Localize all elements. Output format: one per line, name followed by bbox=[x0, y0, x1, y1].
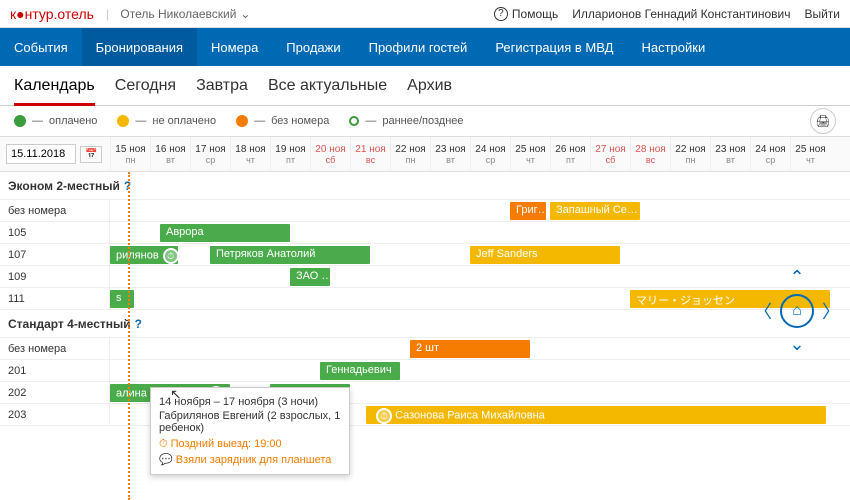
nav-mvd[interactable]: Регистрация в МВД bbox=[481, 28, 627, 66]
day-header: 20 ноясб bbox=[310, 137, 350, 171]
nav-float: ⌃ 〈 ⌂ 〉 ⌄ bbox=[754, 267, 840, 355]
chevron-down-icon[interactable]: ⌄ bbox=[789, 334, 804, 355]
logo: к●нтур.отель bbox=[10, 6, 94, 22]
room-label: без номера bbox=[0, 338, 110, 359]
day-header: 28 ноявс bbox=[630, 137, 670, 171]
home-button[interactable]: ⌂ bbox=[780, 294, 814, 328]
day-header: 25 ноячт bbox=[510, 137, 550, 171]
room-label: 203 bbox=[0, 404, 110, 425]
sub-nav: Календарь Сегодня Завтра Все актуальные … bbox=[0, 66, 850, 106]
logout-link[interactable]: Выйти bbox=[804, 7, 840, 21]
info-icon[interactable]: ? bbox=[135, 317, 142, 331]
help-link[interactable]: ?Помощь bbox=[494, 7, 558, 21]
room-label: 111 bbox=[0, 288, 110, 309]
main-nav: События Бронирования Номера Продажи Проф… bbox=[0, 28, 850, 66]
tooltip-note: 💬 Взяли зарядник для планшета bbox=[159, 453, 341, 466]
subnav-actual[interactable]: Все актуальные bbox=[268, 77, 387, 95]
booking-bar[interactable]: Запашный Се… bbox=[550, 202, 640, 220]
day-header: 18 ноячт bbox=[230, 137, 270, 171]
subnav-tomorrow[interactable]: Завтра bbox=[196, 77, 248, 95]
day-header: 26 нояпт bbox=[550, 137, 590, 171]
tooltip-late: ⏱ Поздний выезд: 19:00 bbox=[159, 438, 341, 451]
chevron-left-icon[interactable]: 〈 bbox=[754, 298, 772, 324]
room-label: 202 bbox=[0, 382, 110, 403]
day-header: 22 нояпн bbox=[390, 137, 430, 171]
booking-bar[interactable]: Jeff Sanders bbox=[470, 246, 620, 264]
tooltip-guest: Габрилянов Евгений (2 взрослых, 1 ребено… bbox=[159, 410, 341, 434]
booking-bar[interactable]: ЗАО … bbox=[290, 268, 330, 286]
nav-guests[interactable]: Профили гостей bbox=[355, 28, 482, 66]
print-icon: 🖨 bbox=[815, 114, 830, 128]
date-input[interactable] bbox=[6, 144, 76, 164]
room-label: без номера bbox=[0, 200, 110, 221]
day-header: 22 нояпн bbox=[670, 137, 710, 171]
legend-noroom: — без номера bbox=[236, 115, 329, 127]
booking-bar[interactable]: Петряков Анатолий bbox=[210, 246, 370, 264]
subnav-calendar[interactable]: Календарь bbox=[14, 77, 95, 106]
nav-events[interactable]: События bbox=[0, 28, 82, 66]
nav-settings[interactable]: Настройки bbox=[627, 28, 719, 66]
legend-early: — раннее/позднее bbox=[349, 115, 463, 127]
booking-bar[interactable]: Геннадьевич bbox=[320, 362, 400, 380]
tooltip-dates: 14 ноября – 17 ноября (3 ночи) bbox=[159, 396, 341, 408]
legend-unpaid: — не оплачено bbox=[117, 115, 216, 127]
day-header: 17 нояср bbox=[190, 137, 230, 171]
booking-bar[interactable]: Григ… bbox=[510, 202, 546, 220]
chevron-up-icon[interactable]: ⌃ bbox=[789, 267, 804, 288]
chevron-down-icon: ⌄ bbox=[240, 7, 250, 21]
room-label: 109 bbox=[0, 266, 110, 287]
print-button[interactable]: 🖨 bbox=[810, 108, 836, 134]
booking-bar[interactable]: s bbox=[110, 290, 134, 308]
room-label: 201 bbox=[0, 360, 110, 381]
legend-paid: — оплачено bbox=[14, 115, 97, 127]
calendar-icon[interactable]: 📅 bbox=[80, 146, 102, 163]
nav-bookings[interactable]: Бронирования bbox=[82, 28, 197, 66]
subnav-archive[interactable]: Архив bbox=[407, 77, 452, 95]
nav-rooms[interactable]: Номера bbox=[197, 28, 272, 66]
day-header: 19 нояпт bbox=[270, 137, 310, 171]
booking-bar[interactable]: рилянов⏱ bbox=[110, 246, 178, 264]
chevron-right-icon[interactable]: 〉 bbox=[822, 298, 840, 324]
clock-icon: ⏱ bbox=[163, 248, 178, 264]
user-name[interactable]: Илларионов Геннадий Константинович bbox=[572, 7, 790, 21]
day-header: 15 нояпн bbox=[110, 137, 150, 171]
room-label: 105 bbox=[0, 222, 110, 243]
clock-icon: ⏱ bbox=[376, 408, 392, 424]
day-header: 21 ноявс bbox=[350, 137, 390, 171]
help-icon: ? bbox=[494, 7, 508, 21]
day-header: 24 нояср bbox=[750, 137, 790, 171]
room-label: 107 bbox=[0, 244, 110, 265]
booking-bar[interactable]: 2 шт bbox=[410, 340, 530, 358]
booking-bar[interactable]: Аврора bbox=[160, 224, 290, 242]
day-header: 23 ноявт bbox=[430, 137, 470, 171]
nav-sales[interactable]: Продажи bbox=[272, 28, 354, 66]
day-header: 23 ноявт bbox=[710, 137, 750, 171]
current-time-line bbox=[128, 172, 130, 500]
day-header: 27 ноясб bbox=[590, 137, 630, 171]
cursor-icon: ↖ bbox=[170, 386, 182, 403]
subnav-today[interactable]: Сегодня bbox=[115, 77, 176, 95]
day-header: 16 ноявт bbox=[150, 137, 190, 171]
day-header: 24 нояср bbox=[470, 137, 510, 171]
booking-bar[interactable]: ⏱ Сазонова Раиса Михайловна bbox=[366, 406, 826, 424]
day-header: 25 ноячт bbox=[790, 137, 830, 171]
hotel-selector[interactable]: | Отель Николаевский ⌄ bbox=[106, 7, 251, 21]
